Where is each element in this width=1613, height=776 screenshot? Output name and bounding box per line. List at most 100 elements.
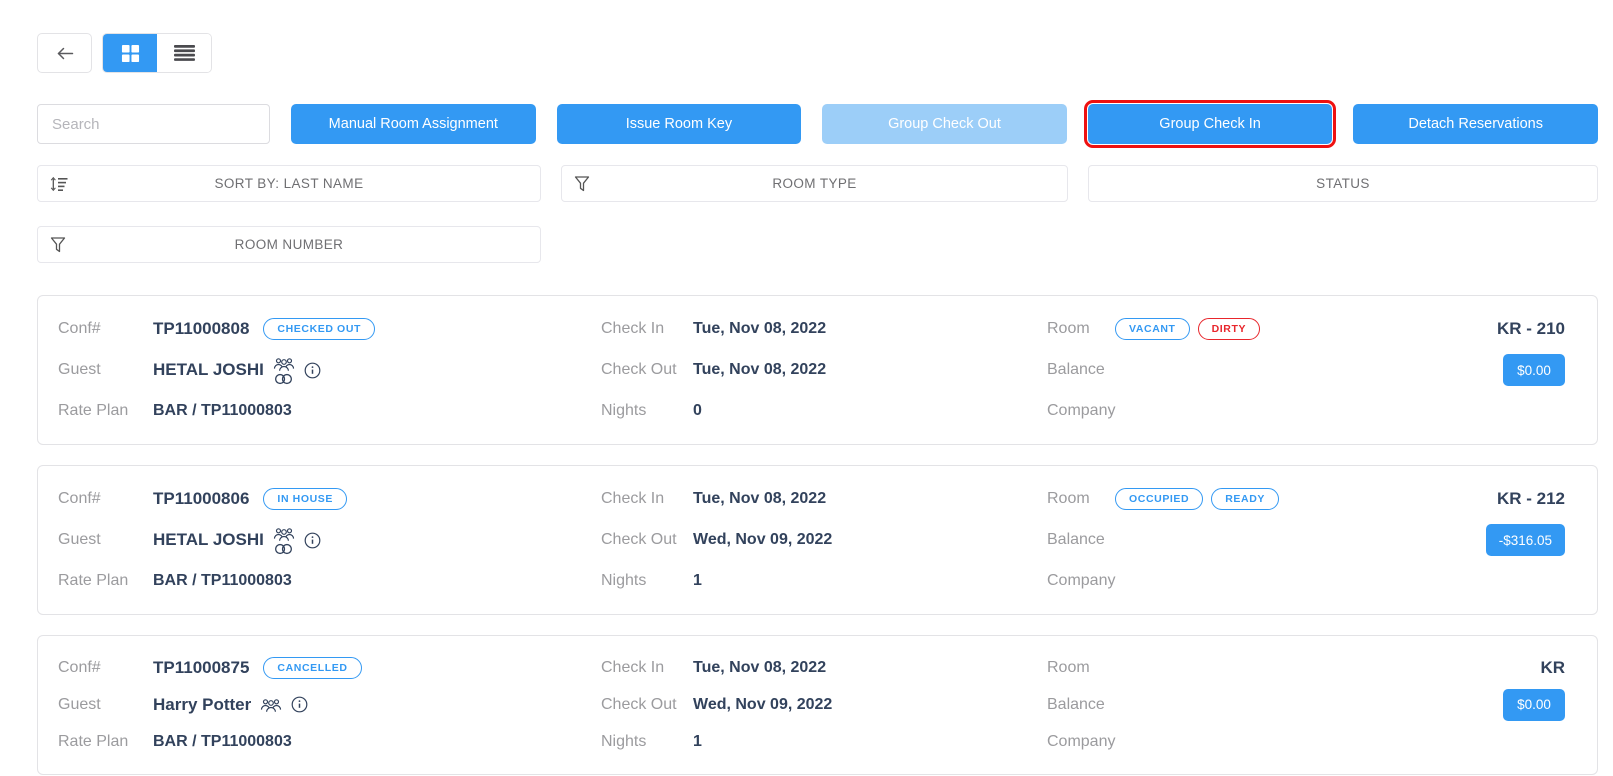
conf-label: Conf# <box>58 490 153 508</box>
guest-name: HETAL JOSHI <box>153 530 264 550</box>
balance-label: Balance <box>1047 696 1109 714</box>
room-number-filter[interactable]: ROOM NUMBER <box>37 226 541 263</box>
check-out-date: Wed, Nov 09, 2022 <box>693 696 832 714</box>
check-out-label: Check Out <box>601 696 693 714</box>
check-in-label: Check In <box>601 320 693 338</box>
guest-name: HETAL JOSHI <box>153 360 264 380</box>
rate-plan-value: BAR / TP11000803 <box>153 733 292 751</box>
rate-plan-label: Rate Plan <box>58 402 153 420</box>
top-toolbar <box>0 0 1613 73</box>
room-type-label: ROOM TYPE <box>772 176 856 191</box>
check-out-date: Tue, Nov 08, 2022 <box>693 361 826 379</box>
room-number-value: KR - 210 <box>1497 319 1565 339</box>
room-occupancy-badge: VACANT <box>1115 318 1190 340</box>
reservation-status-badge: CANCELLED <box>263 657 361 679</box>
balance-label: Balance <box>1047 531 1109 549</box>
check-in-label: Check In <box>601 659 693 677</box>
guest-info: Harry Potter <box>153 695 308 715</box>
search-input[interactable] <box>37 104 270 144</box>
check-out-date: Wed, Nov 09, 2022 <box>693 531 832 549</box>
reservation-card[interactable]: Conf# TP11000806 IN HOUSE Guest HETAL JO… <box>37 465 1598 615</box>
room-number-value: KR <box>1540 658 1565 678</box>
check-in-date: Tue, Nov 08, 2022 <box>693 320 826 338</box>
filter-funnel-icon <box>50 236 66 253</box>
check-in-label: Check In <box>601 490 693 508</box>
group-icon <box>273 526 295 542</box>
info-icon[interactable] <box>291 696 308 713</box>
filters-row-2: ROOM NUMBER <box>37 226 1598 263</box>
arrow-left-icon <box>56 46 74 61</box>
guest-label: Guest <box>58 531 153 549</box>
nights-label: Nights <box>601 733 693 751</box>
conf-number: TP11000806 <box>153 489 249 509</box>
reservation-status-badge: CHECKED OUT <box>263 318 375 340</box>
nights-value: 1 <box>693 733 702 751</box>
balance-button[interactable]: -$316.05 <box>1486 524 1565 556</box>
rate-plan-label: Rate Plan <box>58 733 153 751</box>
info-icon[interactable] <box>304 532 321 549</box>
group-reservations-page: Manual Room Assignment Issue Room Key Gr… <box>0 0 1613 776</box>
room-number-value: KR - 212 <box>1497 489 1565 509</box>
room-housekeeping-badge: READY <box>1211 488 1279 510</box>
rate-plan-value: BAR / TP11000803 <box>153 572 292 590</box>
room-label: Room <box>1047 659 1109 677</box>
status-filter[interactable]: STATUS <box>1088 165 1598 202</box>
issue-room-key-button[interactable]: Issue Room Key <box>557 104 802 144</box>
filter-funnel-icon <box>574 175 590 192</box>
check-out-label: Check Out <box>601 361 693 379</box>
conf-number: TP11000875 <box>153 658 249 678</box>
check-in-date: Tue, Nov 08, 2022 <box>693 490 826 508</box>
rate-plan-label: Rate Plan <box>58 572 153 590</box>
guest-info: HETAL JOSHI <box>153 356 321 385</box>
nights-label: Nights <box>601 402 693 420</box>
linked-reservations-icon <box>274 373 293 385</box>
room-label: Room <box>1047 320 1109 338</box>
grid-view-button[interactable] <box>103 34 157 72</box>
sort-icon <box>50 176 69 192</box>
rate-plan-value: BAR / TP11000803 <box>153 402 292 420</box>
group-check-in-button[interactable]: Group Check In <box>1088 104 1333 144</box>
manual-room-assignment-button[interactable]: Manual Room Assignment <box>291 104 536 144</box>
nights-value: 0 <box>693 402 702 420</box>
reservation-status-badge: IN HOUSE <box>263 488 347 510</box>
check-in-date: Tue, Nov 08, 2022 <box>693 659 826 677</box>
info-icon[interactable] <box>304 362 321 379</box>
reservation-list: Conf# TP11000808 CHECKED OUT Guest HETAL… <box>0 295 1613 775</box>
conf-label: Conf# <box>58 320 153 338</box>
grid-icon <box>121 44 140 63</box>
room-occupancy-badge: OCCUPIED <box>1115 488 1203 510</box>
conf-label: Conf# <box>58 659 153 677</box>
company-label: Company <box>1047 572 1109 590</box>
sort-by-dropdown[interactable]: SORT BY: LAST NAME <box>37 165 541 202</box>
list-view-button[interactable] <box>157 34 211 72</box>
reservation-card[interactable]: Conf# TP11000808 CHECKED OUT Guest HETAL… <box>37 295 1598 445</box>
guest-icon-stack <box>273 526 295 555</box>
balance-button[interactable]: $0.00 <box>1503 354 1565 386</box>
nights-value: 1 <box>693 572 702 590</box>
room-type-filter[interactable]: ROOM TYPE <box>561 165 1068 202</box>
guest-info: HETAL JOSHI <box>153 526 321 555</box>
group-icon <box>260 697 282 713</box>
back-button[interactable] <box>37 33 92 73</box>
room-number-label: ROOM NUMBER <box>235 237 344 252</box>
detach-reservations-button[interactable]: Detach Reservations <box>1353 104 1598 144</box>
filters-row: SORT BY: LAST NAME ROOM TYPE STATUS <box>37 165 1598 202</box>
conf-number: TP11000808 <box>153 319 249 339</box>
group-check-out-button[interactable]: Group Check Out <box>822 104 1067 144</box>
actions-row: Manual Room Assignment Issue Room Key Gr… <box>37 104 1598 144</box>
reservation-card[interactable]: Conf# TP11000875 CANCELLED Guest Harry P… <box>37 635 1598 775</box>
guest-label: Guest <box>58 361 153 379</box>
nights-label: Nights <box>601 572 693 590</box>
guest-name: Harry Potter <box>153 695 251 715</box>
guest-label: Guest <box>58 696 153 714</box>
company-label: Company <box>1047 733 1109 751</box>
group-icon <box>273 356 295 372</box>
room-label: Room <box>1047 490 1109 508</box>
balance-button[interactable]: $0.00 <box>1503 689 1565 721</box>
sort-by-label: SORT BY: LAST NAME <box>214 176 363 191</box>
balance-label: Balance <box>1047 361 1109 379</box>
guest-icon-stack <box>273 356 295 385</box>
status-label: STATUS <box>1316 176 1370 191</box>
company-label: Company <box>1047 402 1109 420</box>
view-toggle <box>102 33 212 73</box>
